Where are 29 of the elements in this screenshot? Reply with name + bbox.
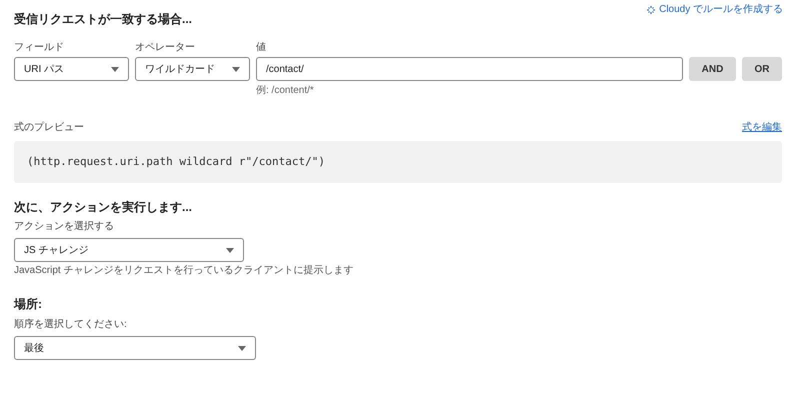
operator-select[interactable]: ワイルドカード [135,57,250,81]
field-select[interactable]: URI パス [14,57,129,81]
logic-button[interactable]: AND [689,57,736,81]
select-value: JS チャレンジ [24,244,88,258]
help-text: JavaScript チャレンジをリクエストを行っているクライアントに提示します [14,264,354,278]
select-value: URI パス [24,62,64,76]
sparkle-icon [646,4,656,14]
section-title: 受信リクエストが一致する場合... [14,11,192,28]
edit-expression-link[interactable]: 式を編集 [742,120,782,135]
order-select[interactable]: 最後 [14,336,256,360]
caret-icon [238,346,246,350]
caret-icon [111,66,119,72]
caret-icon [226,248,234,252]
field-label: 順序を選択してください: [14,318,128,332]
logic-button[interactable]: OR [742,57,782,81]
field-label: アクションを選択する [14,220,115,234]
hint-text: 例: /content/* [256,84,315,98]
field-label: 値 [256,41,267,54]
action-select[interactable]: JS チャレンジ [14,238,244,262]
field-label: フィールド [14,41,65,54]
select-value: ワイルドカード [145,62,215,76]
select-value: 最後 [24,342,44,356]
caret-icon [232,66,240,72]
value-input[interactable]: /contact/ [256,57,683,81]
section-title: 次に、アクションを実行します... [14,199,192,216]
section-label: 式のプレビュー [14,120,84,135]
expression-text: (http.request.uri.path wildcard r"/contact/") [27,154,326,170]
section-title: 場所: [14,296,42,313]
field-label: オペレーター [135,41,196,54]
